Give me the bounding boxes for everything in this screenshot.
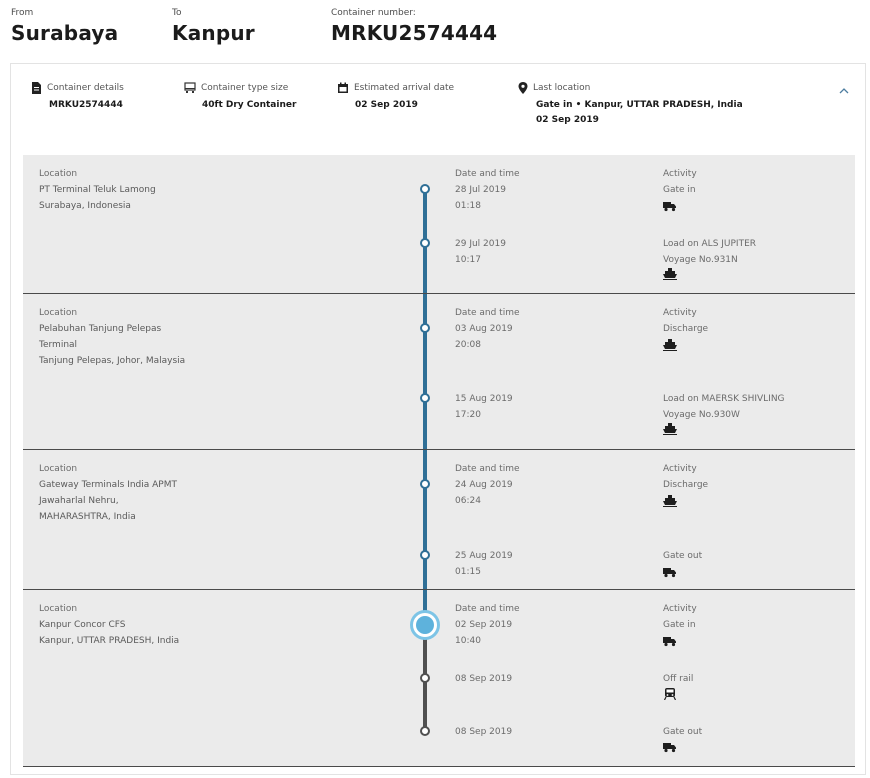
event-time: 01:15 xyxy=(455,567,481,577)
event-voyage: Voyage No.931N xyxy=(663,255,738,265)
event-activity: Gate out xyxy=(663,727,703,737)
event-dot xyxy=(420,726,430,736)
event-activity: Gate in xyxy=(663,620,696,630)
location-line: Surabaya, Indonesia xyxy=(39,201,131,211)
location-divider xyxy=(23,293,855,294)
datetime-label: Date and time xyxy=(455,604,520,614)
eta-label: Estimated arrival date xyxy=(354,83,455,93)
container-number-block: Container number: MRKU2574444 xyxy=(331,8,497,45)
location-line: PT Terminal Teluk Lamong xyxy=(39,185,156,195)
event-time: 17:20 xyxy=(455,410,481,420)
event-date: 28 Jul 2019 xyxy=(455,185,506,195)
event-activity: Discharge xyxy=(663,480,709,490)
location-label: Location xyxy=(39,464,78,474)
event-voyage: Voyage No.930W xyxy=(663,410,740,420)
location-divider xyxy=(23,449,855,450)
from-value: Surabaya xyxy=(11,21,119,45)
event-time: 06:24 xyxy=(455,496,481,506)
ship-icon xyxy=(663,495,677,507)
location-line: Jawaharlal Nehru, xyxy=(39,496,119,506)
origin-block: From Surabaya xyxy=(11,8,118,45)
event-dot xyxy=(420,238,430,248)
event-date: 08 Sep 2019 xyxy=(455,674,513,684)
event-activity: Off rail xyxy=(663,674,694,684)
ship-icon xyxy=(663,423,677,435)
from-label: From xyxy=(11,8,34,18)
event-dot xyxy=(420,393,430,403)
event-date: 02 Sep 2019 xyxy=(455,620,513,630)
location-label: Location xyxy=(39,604,78,614)
event-time: 01:18 xyxy=(455,201,481,211)
current-position-marker xyxy=(410,610,440,640)
container-type-label: Container type size xyxy=(201,83,289,93)
event-time: 20:08 xyxy=(455,340,481,350)
event-dot xyxy=(420,184,430,194)
event-date: 25 Aug 2019 xyxy=(455,551,513,561)
ship-icon xyxy=(663,339,677,351)
event-dot xyxy=(420,673,430,683)
to-label: To xyxy=(172,8,182,18)
event-activity: Load on MAERSK SHIVLING xyxy=(663,394,785,404)
location-line: Gateway Terminals India APMT xyxy=(39,480,177,490)
truck-icon xyxy=(663,202,676,212)
location-line: MAHARASHTRA, India xyxy=(39,512,136,522)
last-location-value: Gate in • Kanpur, UTTAR PRADESH, India xyxy=(536,100,743,110)
activity-label: Activity xyxy=(663,604,697,614)
event-activity: Gate in xyxy=(663,185,696,195)
activity-label: Activity xyxy=(663,308,697,318)
location-label: Location xyxy=(39,308,78,318)
last-location-label: Last location xyxy=(533,83,591,93)
location-line: Kanpur Concor CFS xyxy=(39,620,126,630)
container-number-label: Container number: xyxy=(331,8,416,18)
timeline: Location PT Terminal Teluk Lamong Suraba… xyxy=(23,155,855,767)
chevron-up-icon[interactable] xyxy=(837,84,851,98)
ship-icon xyxy=(663,268,677,280)
location-line: Pelabuhan Tanjung Pelepas xyxy=(39,324,162,334)
event-dot xyxy=(420,323,430,333)
datetime-label: Date and time xyxy=(455,308,520,318)
activity-label: Activity xyxy=(663,169,697,179)
truck-icon xyxy=(663,637,676,647)
event-date: 03 Aug 2019 xyxy=(455,324,513,334)
destination-block: To Kanpur xyxy=(172,8,255,45)
event-time: 10:40 xyxy=(455,636,481,646)
truck-icon xyxy=(663,568,676,578)
to-value: Kanpur xyxy=(172,21,255,45)
event-dot xyxy=(420,479,430,489)
event-activity: Gate out xyxy=(663,551,703,561)
last-location-date: 02 Sep 2019 xyxy=(536,115,599,125)
summary-eta: Estimated arrival date 02 Sep 2019 xyxy=(337,82,454,113)
location-label: Location xyxy=(39,169,78,179)
event-activity: Load on ALS JUPITER xyxy=(663,239,757,249)
summary-container-details: Container details MRKU2574444 xyxy=(31,82,124,113)
summary-last-location: Last location Gate in • Kanpur, UTTAR PR… xyxy=(518,82,743,128)
location-divider xyxy=(23,589,855,590)
location-divider xyxy=(23,766,855,767)
event-date: 08 Sep 2019 xyxy=(455,727,513,737)
container-type-value: 40ft Dry Container xyxy=(202,100,297,110)
location-pin-icon xyxy=(518,82,528,94)
activity-label: Activity xyxy=(663,464,697,474)
container-type-icon xyxy=(184,82,196,93)
location-line: Terminal xyxy=(39,340,78,350)
container-details-value: MRKU2574444 xyxy=(49,100,123,110)
summary-container-type: Container type size 40ft Dry Container xyxy=(184,82,296,113)
datetime-label: Date and time xyxy=(455,169,520,179)
location-line: Kanpur, UTTAR PRADESH, India xyxy=(39,636,180,646)
event-date: 24 Aug 2019 xyxy=(455,480,513,490)
datetime-label: Date and time xyxy=(455,464,520,474)
event-activity: Discharge xyxy=(663,324,709,334)
train-icon xyxy=(663,688,677,700)
event-time: 10:17 xyxy=(455,255,481,265)
location-line: Tanjung Pelepas, Johor, Malaysia xyxy=(39,356,186,366)
calendar-icon xyxy=(338,82,348,93)
event-dot xyxy=(420,550,430,560)
eta-value: 02 Sep 2019 xyxy=(355,100,418,110)
container-details-label: Container details xyxy=(47,83,124,93)
container-number-value: MRKU2574444 xyxy=(331,21,498,45)
event-date: 15 Aug 2019 xyxy=(455,394,513,404)
event-date: 29 Jul 2019 xyxy=(455,239,506,249)
document-icon xyxy=(32,82,41,94)
truck-icon xyxy=(663,743,676,753)
